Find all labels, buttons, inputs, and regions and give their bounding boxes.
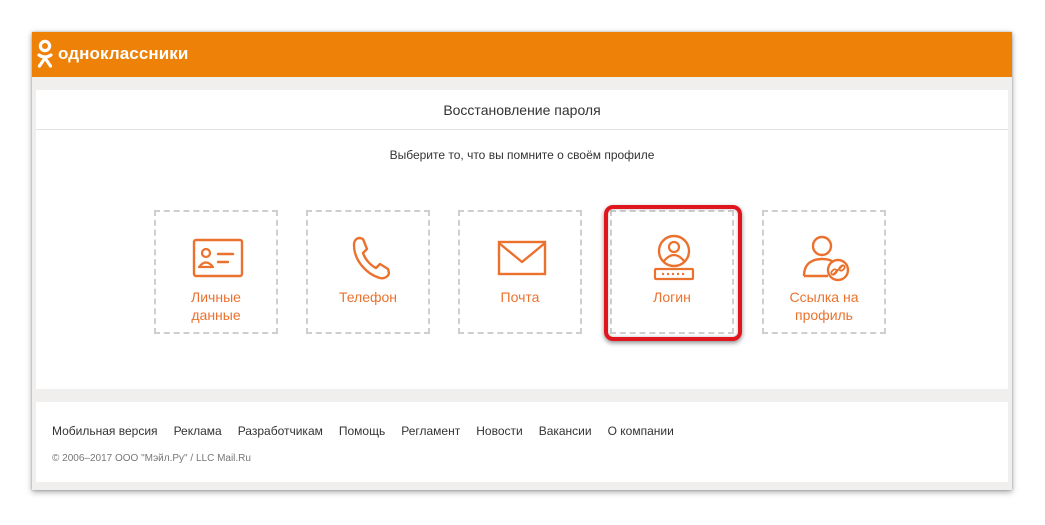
option-label: Ссылка на профиль: [789, 289, 859, 323]
ok-window: одноклассники Восстановление пароля Выбе…: [32, 32, 1012, 490]
recovery-subtitle: Выберите то, что вы помните о своём проф…: [389, 148, 655, 162]
option-profile-link[interactable]: Ссылка на профиль: [762, 210, 886, 334]
page-title: Восстановление пароля: [36, 90, 1008, 130]
copyright: © 2006–2017 ООО "Мэйл.Ру" / LLC Mail.Ru: [52, 453, 251, 464]
footer-links: Мобильная версия Реклама Разработчикам П…: [52, 424, 690, 438]
profile-link-icon: [802, 235, 850, 282]
option-phone[interactable]: Телефон: [306, 210, 430, 334]
option-personal-data[interactable]: Личные данные: [154, 210, 278, 334]
logo-text[interactable]: одноклассники: [58, 44, 188, 64]
id-card-icon: [192, 238, 244, 278]
option-label: Телефон: [338, 289, 398, 305]
password-recovery-card: Восстановление пароля Выберите то, что в…: [36, 90, 1008, 389]
option-label: Личные данные: [191, 289, 241, 323]
footer-link-mobile[interactable]: Мобильная версия: [52, 424, 158, 438]
footer-link-about[interactable]: О компании: [608, 424, 674, 438]
option-login[interactable]: Логин: [610, 210, 734, 334]
option-email[interactable]: Почта: [458, 210, 582, 334]
footer-link-ads[interactable]: Реклама: [174, 424, 222, 438]
user-login-icon: [653, 234, 695, 281]
footer: Мобильная версия Реклама Разработчикам П…: [36, 402, 1008, 482]
footer-link-rules[interactable]: Регламент: [401, 424, 460, 438]
option-label: Почта: [500, 289, 540, 305]
footer-link-help[interactable]: Помощь: [339, 424, 385, 438]
envelope-icon: [497, 240, 547, 276]
phone-icon: [352, 236, 391, 280]
footer-link-developers[interactable]: Разработчикам: [238, 424, 323, 438]
ok-logo-icon[interactable]: [36, 39, 54, 69]
footer-link-news[interactable]: Новости: [476, 424, 522, 438]
footer-link-jobs[interactable]: Вакансии: [539, 424, 592, 438]
option-label: Логин: [653, 289, 691, 305]
top-bar: одноклассники: [32, 32, 1012, 77]
